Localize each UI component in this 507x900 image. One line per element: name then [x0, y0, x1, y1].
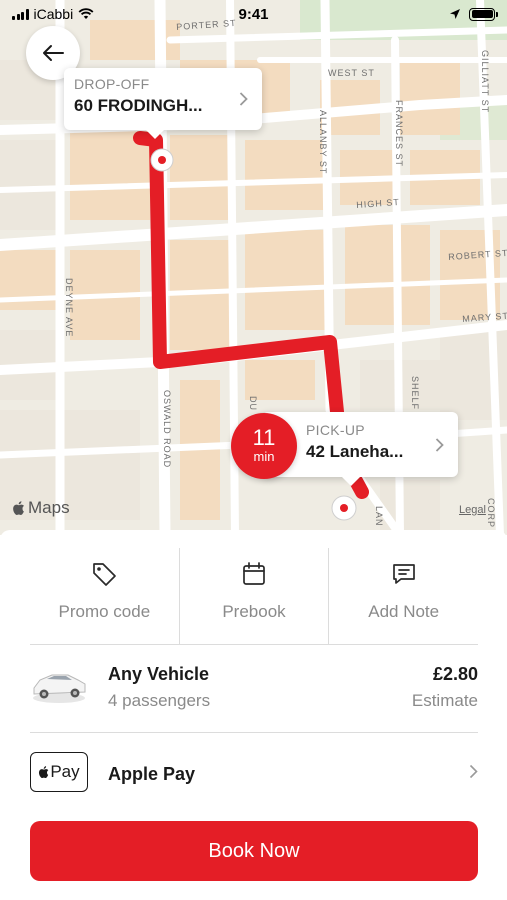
payment-method-row[interactable]: Pay Apple Pay — [30, 744, 478, 804]
pickup-address: 42 Laneha... — [306, 442, 404, 461]
action-bar: Promo code Prebook Add Note — [30, 548, 478, 644]
street-label: SHELF — [410, 376, 420, 411]
maps-label: Maps — [28, 498, 70, 517]
chevron-right-icon — [435, 437, 444, 452]
add-note-label: Add Note — [368, 602, 440, 621]
fare-price: £2.80 — [432, 664, 478, 684]
arrow-left-icon — [43, 45, 64, 61]
pickup-label: PICK-UP — [306, 422, 365, 438]
location-arrow-icon — [450, 9, 460, 19]
dropoff-callout[interactable]: DROP-OFF 60 FRODINGH... — [64, 68, 262, 139]
carrier-name: iCabbi — [33, 6, 74, 22]
apple-logo-icon — [13, 501, 24, 515]
payment-method-label: Apple Pay — [108, 764, 196, 784]
fare-estimate-label: Estimate — [411, 691, 478, 710]
signal-icon — [12, 8, 29, 20]
street-label: DEYNE AVE — [64, 278, 74, 338]
chevron-right-icon — [239, 92, 248, 106]
divider — [30, 644, 478, 645]
calendar-icon — [243, 562, 265, 585]
book-now-button[interactable]: Book Now — [30, 821, 478, 881]
eta-unit: min — [253, 449, 275, 464]
street-label: WEST ST — [328, 68, 375, 78]
car-icon — [33, 674, 86, 703]
promo-code-button[interactable]: Promo code — [30, 548, 179, 644]
vehicle-passengers: 4 passengers — [108, 691, 211, 710]
wifi-icon — [78, 8, 94, 19]
street-label: ALLANBY ST — [318, 110, 328, 175]
status-bar: iCabbi 9:41 — [0, 0, 507, 28]
battery-icon — [469, 7, 498, 21]
apple-logo-icon — [39, 766, 49, 778]
pickup-pin — [331, 495, 357, 521]
map-view[interactable]: PORTER ST WEST ST GILLIATT ST ALLANBY ST… — [0, 0, 507, 535]
prebook-label: Prebook — [222, 602, 286, 621]
add-note-button[interactable]: Add Note — [328, 548, 478, 644]
eta-badge: 11 min — [231, 413, 297, 479]
apple-pay-badge: Pay — [30, 752, 88, 792]
street-label: CORP — [486, 498, 496, 529]
prebook-button[interactable]: Prebook — [178, 548, 329, 644]
street-label: DU — [248, 396, 258, 411]
dropoff-label: DROP-OFF — [74, 76, 150, 92]
divider — [30, 732, 478, 733]
street-label: OSWALD ROAD — [162, 390, 172, 469]
tag-icon — [93, 563, 117, 586]
booking-sheet: Promo code Prebook Add Note Any Vehicle … — [0, 530, 507, 900]
vehicle-title: Any Vehicle — [108, 664, 210, 684]
chevron-right-icon — [469, 764, 478, 779]
dropoff-address: 60 FRODINGH... — [74, 96, 203, 115]
street-label: LAN — [374, 506, 384, 527]
promo-code-label: Promo code — [58, 602, 151, 621]
maps-attribution: Maps — [12, 498, 70, 518]
eta-value: 11 — [252, 425, 276, 450]
apple-pay-badge-text: Pay — [50, 762, 80, 781]
street-label: GILLIATT ST — [480, 50, 490, 114]
message-icon — [392, 564, 415, 584]
street-label: FRANCES ST — [394, 100, 404, 168]
dropoff-pin — [150, 148, 174, 172]
vehicle-selector[interactable]: Any Vehicle 4 passengers £2.80 Estimate — [30, 658, 478, 732]
legal-link[interactable]: Legal — [459, 504, 486, 516]
